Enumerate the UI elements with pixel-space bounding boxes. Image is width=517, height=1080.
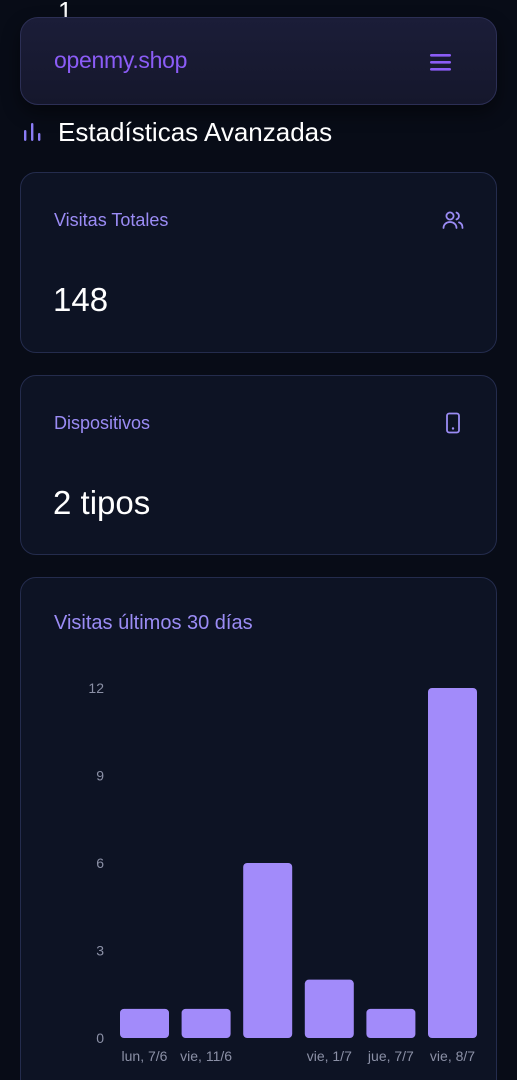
bar-chart-icon (24, 123, 41, 141)
devices-label: Dispositivos (54, 413, 151, 433)
y-tick-label: 9 (96, 768, 104, 784)
chart-bar[interactable] (120, 1008, 169, 1038)
chart-bar[interactable] (428, 688, 477, 1038)
y-tick-label: 3 (96, 943, 104, 959)
users-icon (442, 211, 464, 229)
devices-value: 2 tipos (53, 484, 151, 521)
menu-button[interactable] (423, 46, 457, 78)
scrolled-content-peek: 1 (58, 0, 72, 18)
x-tick-label: lun, 7/6 (122, 1048, 168, 1064)
top-navbar: openmy.shop (20, 17, 497, 105)
x-tick-label: vie, 8/7 (430, 1048, 475, 1064)
smartphone-icon (446, 412, 460, 434)
chart-bar[interactable] (304, 979, 354, 1038)
visits-chart-card: Visitas últimos 30 días 0 3 6 9 12 lun, 7/6 vi… (20, 577, 497, 1080)
total-visits-label: Visitas Totales (54, 210, 169, 230)
total-visits-card: Visitas Totales 148 (20, 172, 497, 353)
x-tick-label: jue, 7/7 (367, 1048, 414, 1064)
brand-logo[interactable]: openmy.shop (54, 47, 187, 74)
visits-bar-chart: 0 3 6 9 12 lun, 7/6 vie, 11/6 vie, 1/7 jue, 7/7 v… (88, 680, 477, 1064)
chart-bar[interactable] (243, 863, 293, 1038)
total-visits-value: 148 (53, 281, 109, 318)
section-title: Estadísticas Avanzadas (58, 117, 333, 147)
x-tick-label: vie, 11/6 (180, 1048, 232, 1064)
y-tick-label: 0 (96, 1030, 104, 1046)
chart-bar[interactable] (181, 1008, 231, 1038)
page: 1 openmy.shop Estadísticas Avanzadas Vis… (0, 0, 517, 1080)
x-tick-label: vie, 1/7 (307, 1048, 352, 1064)
chart-bar[interactable] (366, 1008, 416, 1038)
y-tick-label: 12 (88, 680, 104, 696)
devices-card: Dispositivos 2 tipos (20, 375, 497, 555)
hamburger-menu-icon (430, 54, 451, 71)
y-tick-label: 6 (96, 855, 104, 871)
